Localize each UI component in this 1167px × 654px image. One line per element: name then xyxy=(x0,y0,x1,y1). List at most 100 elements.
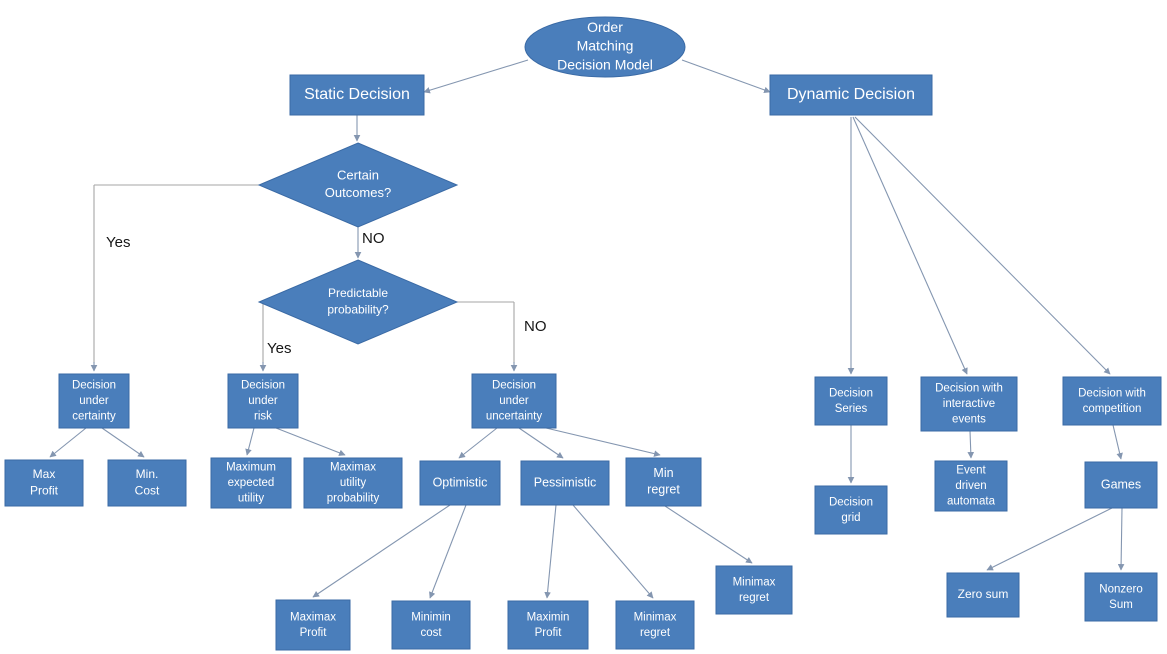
node-root[interactable]: Order Matching Decision Model xyxy=(524,16,686,78)
edge-label-yes-certain: Yes xyxy=(106,234,130,251)
connectors-group xyxy=(49,59,1125,599)
connector-pessimistic-to-maximinp xyxy=(544,504,557,599)
node-label-eda: Event xyxy=(956,465,986,477)
connector-risk-to-maxeu xyxy=(245,427,255,456)
node-eda[interactable]: Event driven automata xyxy=(934,460,1008,512)
node-minimaxr2[interactable]: Minimax regret xyxy=(615,600,695,650)
node-miniminc[interactable]: Minimin cost xyxy=(391,600,471,650)
node-label-risk: risk xyxy=(254,411,272,423)
node-label-predictable: Predictable xyxy=(328,286,388,300)
node-mincost[interactable]: Min. Cost xyxy=(107,459,187,507)
node-shape-rect xyxy=(814,485,888,535)
node-label-nonzerosum: Sum xyxy=(1109,599,1133,611)
edge-label-no-predictable: NO xyxy=(524,318,547,335)
node-dinteract[interactable]: Decision with interactive events xyxy=(920,376,1018,432)
node-label-dinteract: interactive xyxy=(943,398,995,410)
node-label-eda: driven xyxy=(955,480,986,492)
node-label-optimistic: Optimistic xyxy=(433,475,488,489)
node-label-certainty: under xyxy=(79,395,109,407)
connector-dcompete-to-games xyxy=(1112,424,1123,460)
node-shape-rect xyxy=(1084,572,1158,622)
connector-certainty-to-mincost xyxy=(101,427,145,458)
connector-risk-to-maximaxutil xyxy=(275,427,346,456)
node-label-maxeu: expected xyxy=(228,477,275,489)
node-label-risk: under xyxy=(248,395,278,407)
node-maxprofit[interactable]: Max Profit xyxy=(4,459,84,507)
node-label-risk: Decision xyxy=(241,380,285,392)
node-dseries[interactable]: Decision Series xyxy=(814,376,888,426)
node-shape-rect xyxy=(1062,376,1162,426)
node-label-maximinp: Maximin xyxy=(527,611,570,623)
node-label-minimaxr1: regret xyxy=(739,592,770,604)
node-label-dcompete: competition xyxy=(1083,403,1142,415)
flowchart-svg: Order Matching Decision Model Static Decisi… xyxy=(4,16,1162,651)
edge-label-no-certain: NO xyxy=(362,230,385,247)
node-label-dseries: Series xyxy=(835,403,868,415)
node-label-maximinp: Profit xyxy=(535,627,563,639)
node-certainty[interactable]: Decision under certainty xyxy=(58,373,130,429)
node-label-predictable: probability? xyxy=(327,302,389,316)
node-label-minregret: regret xyxy=(647,483,680,497)
connector-minregret-to-minimaxr1 xyxy=(664,505,753,564)
connector-optimistic-to-maximaxp xyxy=(312,504,451,598)
node-dynamic[interactable]: Dynamic Decision xyxy=(769,74,933,116)
node-label-games: Games xyxy=(1101,477,1141,491)
node-label-maximaxp: Maximax xyxy=(290,611,336,623)
node-label-certain: Certain xyxy=(337,168,379,183)
node-label-miniminc: cost xyxy=(420,627,442,639)
node-shape-rect xyxy=(507,600,589,650)
node-nonzerosum[interactable]: Nonzero Sum xyxy=(1084,572,1158,622)
node-zerosum[interactable]: Zero sum xyxy=(946,572,1020,618)
node-pessimistic[interactable]: Pessimistic xyxy=(520,460,610,506)
node-label-mincost: Cost xyxy=(135,483,160,497)
node-optimistic[interactable]: Optimistic xyxy=(419,460,501,506)
node-label-dgrid: Decision xyxy=(829,496,873,508)
node-minregret[interactable]: Min regret xyxy=(625,457,702,507)
node-maxeu[interactable]: Maximum expected utility xyxy=(210,457,292,509)
node-dcompete[interactable]: Decision with competition xyxy=(1062,376,1162,426)
node-label-uncertainty: Decision xyxy=(492,380,536,392)
node-label-maxeu: Maximum xyxy=(226,462,276,474)
node-games[interactable]: Games xyxy=(1084,461,1158,509)
connector-certainty-to-maxprofit xyxy=(49,427,87,458)
node-shape-rect xyxy=(715,565,793,615)
nodes-group: Order Matching Decision Model Static Decisi… xyxy=(4,16,1162,651)
node-label-minimaxr1: Minimax xyxy=(733,576,776,588)
node-dgrid[interactable]: Decision grid xyxy=(814,485,888,535)
node-uncertainty[interactable]: Decision under uncertainty xyxy=(471,373,557,429)
node-label-root: Matching xyxy=(577,38,634,54)
connector-games-to-zerosum xyxy=(986,507,1113,571)
node-maximinp[interactable]: Maximin Profit xyxy=(507,600,589,650)
connector-uncertainty-to-pessimistic xyxy=(518,427,564,459)
connector-uncertainty-to-optimistic xyxy=(458,427,498,459)
connector-uncertainty-to-minregret xyxy=(545,427,661,457)
node-label-uncertainty: uncertainty xyxy=(486,411,543,423)
node-label-dinteract: events xyxy=(952,414,986,426)
node-static[interactable]: Static Decision xyxy=(289,74,425,116)
connector-dinteract-to-eda xyxy=(967,430,975,459)
node-label-root: Order xyxy=(587,19,623,35)
node-label-mincost: Min. xyxy=(136,467,159,481)
node-label-dynamic: Dynamic Decision xyxy=(787,86,915,103)
connector-dynamic-to-dcompete xyxy=(854,116,1111,375)
node-risk[interactable]: Decision under risk xyxy=(227,373,299,429)
node-label-pessimistic: Pessimistic xyxy=(534,475,597,489)
node-shape-rect xyxy=(615,600,695,650)
node-label-maxeu: utility xyxy=(238,493,264,505)
flowchart-canvas: Order Matching Decision Model Static Decisi… xyxy=(0,0,1167,654)
node-label-dseries: Decision xyxy=(829,387,873,399)
node-shape-rect xyxy=(814,376,888,426)
node-maximaxp[interactable]: Maximax Profit xyxy=(275,599,351,651)
node-predictable[interactable]: Predictable probability? xyxy=(257,259,459,345)
node-label-certainty: certainty xyxy=(72,411,116,423)
node-minimaxr1[interactable]: Minimax regret xyxy=(715,565,793,615)
node-label-minimaxr2: Minimax xyxy=(634,611,677,623)
node-label-dcompete: Decision with xyxy=(1078,387,1146,399)
connector-optimistic-to-miniminc xyxy=(429,504,467,599)
node-maximaxutil[interactable]: Maximax utility probability xyxy=(303,457,403,509)
node-label-certain: Outcomes? xyxy=(325,185,391,200)
node-certain[interactable]: Certain Outcomes? xyxy=(257,142,459,228)
connector-dynamic-to-dinteract xyxy=(852,116,968,375)
connector-root-to-static xyxy=(423,59,529,94)
node-label-nonzerosum: Nonzero xyxy=(1099,583,1142,595)
